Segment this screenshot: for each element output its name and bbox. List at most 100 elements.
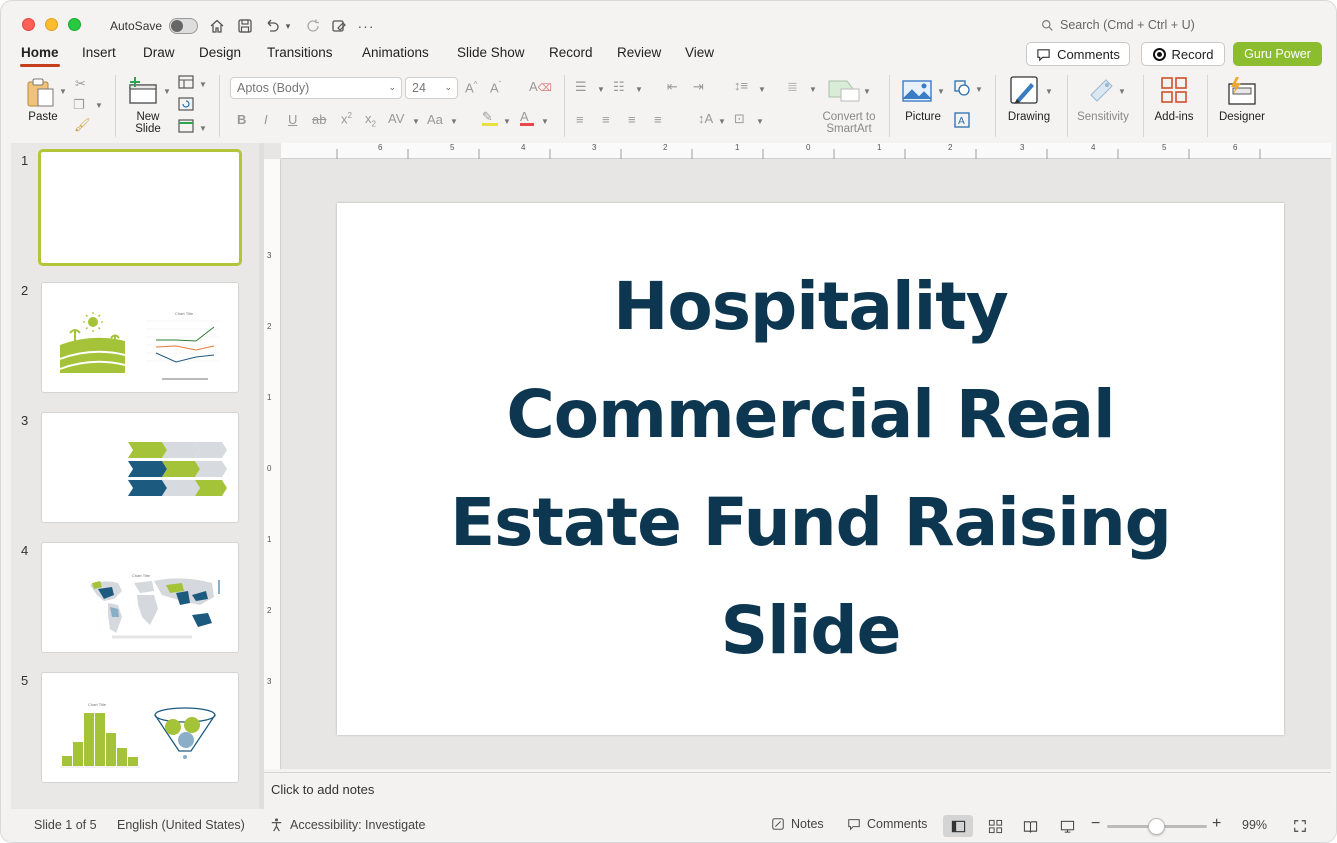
notes-button[interactable]: Notes [771, 817, 824, 831]
subscript-icon[interactable]: x2 [365, 111, 376, 129]
normal-view-button[interactable] [943, 815, 973, 837]
cut-icon[interactable]: ✂ [75, 76, 86, 92]
sensitivity-chevron-down-icon[interactable]: ▼ [1118, 87, 1126, 96]
copy-chevron-down-icon[interactable]: ▼ [95, 101, 103, 110]
paste-chevron-down-icon[interactable]: ▼ [59, 87, 67, 96]
smartart-icon[interactable] [827, 77, 861, 103]
slide-thumbnail-4[interactable]: Chart Title [41, 542, 239, 653]
change-case-icon[interactable]: Aa [427, 112, 443, 127]
fit-to-window-button[interactable] [1290, 815, 1310, 837]
tab-insert[interactable]: Insert [82, 45, 116, 60]
bullets-chevron-down-icon[interactable]: ▼ [597, 85, 605, 94]
justify-icon[interactable]: ≡ [654, 112, 662, 127]
text-direction-icon[interactable]: ↕A [698, 111, 713, 126]
autosave-toggle[interactable] [169, 18, 198, 34]
tab-view[interactable]: View [685, 45, 714, 60]
slideshow-view-button[interactable] [1053, 815, 1081, 837]
vertical-ruler[interactable]: 3 2 1 0 1 2 3 [264, 159, 281, 769]
font-color-chevron-down-icon[interactable]: ▼ [541, 117, 549, 126]
zoom-window-button[interactable] [68, 18, 81, 31]
tab-design[interactable]: Design [199, 45, 241, 60]
align-text-chevron-down-icon[interactable]: ▼ [756, 117, 764, 126]
italic-icon[interactable]: I [264, 112, 268, 127]
tab-home[interactable]: Home [20, 45, 60, 67]
redo-icon[interactable] [303, 16, 323, 36]
undo-dropdown-chevron-down-icon[interactable]: ▾ [282, 16, 294, 36]
font-color-icon[interactable]: A [520, 109, 534, 126]
tab-animations[interactable]: Animations [362, 45, 429, 60]
customize-icon[interactable] [329, 16, 349, 36]
character-spacing-icon[interactable]: AV [388, 111, 404, 126]
bold-icon[interactable]: B [237, 112, 246, 127]
picture-chevron-down-icon[interactable]: ▼ [937, 87, 945, 96]
more-icon[interactable]: ··· [356, 16, 376, 36]
increase-indent-icon[interactable]: ⇥ [693, 79, 704, 95]
drawing-icon[interactable] [1009, 75, 1041, 107]
designer-icon[interactable] [1226, 75, 1258, 107]
align-center-icon[interactable]: ≡ [602, 112, 610, 127]
increase-font-size-icon[interactable]: A^ [465, 80, 477, 95]
layout-chevron-down-icon[interactable]: ▼ [199, 80, 207, 89]
sensitivity-icon[interactable] [1086, 75, 1116, 105]
new-slide-chevron-down-icon[interactable]: ▼ [163, 87, 171, 96]
language[interactable]: English (United States) [117, 818, 245, 832]
align-text-icon[interactable]: ⊡ [734, 111, 745, 127]
undo-icon[interactable] [262, 16, 282, 36]
decrease-indent-icon[interactable]: ⇤ [667, 79, 678, 95]
current-slide[interactable]: Hospitality Commercial Real Estate Fund … [337, 203, 1284, 735]
record-button[interactable]: Record [1141, 42, 1225, 66]
picture-icon[interactable] [901, 77, 933, 105]
add-ins-icon[interactable] [1159, 75, 1189, 105]
search-box[interactable]: Search (Cmd + Ctrl + U) [1041, 18, 1195, 32]
zoom-slider-handle[interactable] [1148, 818, 1165, 835]
slide-thumbnail-panel[interactable]: 1 2 Chart Title 3 4 Chart Title 5 Chart … [11, 143, 259, 809]
text-box-icon[interactable]: A [953, 111, 971, 129]
format-painter-icon[interactable]: 🖌 [74, 117, 91, 133]
shapes-chevron-down-icon[interactable]: ▼ [975, 85, 983, 94]
text-direction-chevron-down-icon[interactable]: ▼ [718, 117, 726, 126]
shapes-icon[interactable] [953, 79, 971, 97]
new-slide-icon[interactable] [127, 75, 159, 107]
align-right-icon[interactable]: ≡ [628, 112, 636, 127]
slide-thumbnail-1[interactable] [38, 149, 242, 266]
notes-pane[interactable]: Click to add notes [264, 772, 1331, 809]
zoom-in-icon[interactable]: + [1212, 815, 1221, 833]
line-spacing-icon[interactable]: ↕≡ [734, 78, 748, 93]
align-left-icon[interactable]: ≡ [576, 112, 584, 127]
tab-transitions[interactable]: Transitions [267, 45, 333, 60]
numbering-icon[interactable]: ☷ [613, 79, 625, 95]
reading-view-button[interactable] [1016, 815, 1044, 837]
slide-sorter-button[interactable] [981, 815, 1009, 837]
drawing-chevron-down-icon[interactable]: ▼ [1045, 87, 1053, 96]
section-icon[interactable] [178, 119, 194, 133]
columns-icon[interactable]: ≣ [787, 79, 798, 95]
font-size-combo[interactable]: 24 ⌄ [405, 77, 458, 99]
paste-icon[interactable] [25, 77, 57, 109]
slide-thumbnail-3[interactable] [41, 412, 239, 523]
smartart-chevron-down-icon[interactable]: ▼ [863, 87, 871, 96]
slide-thumbnail-5[interactable]: Chart Title [41, 672, 239, 783]
close-window-button[interactable] [22, 18, 35, 31]
tab-review[interactable]: Review [617, 45, 661, 60]
horizontal-ruler[interactable]: 6 5 4 3 2 1 0 1 2 3 4 5 6 [281, 143, 1331, 159]
numbering-chevron-down-icon[interactable]: ▼ [635, 85, 643, 94]
slide-thumbnail-2[interactable]: Chart Title [41, 282, 239, 393]
layout-icon[interactable] [178, 75, 194, 89]
accessibility-status[interactable]: Accessibility: Investigate [269, 817, 425, 832]
tab-draw[interactable]: Draw [143, 45, 175, 60]
copy-icon[interactable]: ❐ [73, 97, 85, 113]
comments-button[interactable]: Comments [1026, 42, 1130, 66]
highlight-chevron-down-icon[interactable]: ▼ [503, 117, 511, 126]
highlight-icon[interactable]: ✎ [482, 109, 498, 126]
tab-slide-show[interactable]: Slide Show [457, 45, 525, 60]
font-name-combo[interactable]: Aptos (Body) ⌄ [230, 77, 402, 99]
superscript-icon[interactable]: x2 [341, 111, 352, 126]
bullets-icon[interactable]: ☰ [575, 79, 587, 95]
section-chevron-down-icon[interactable]: ▼ [199, 124, 207, 133]
guru-power-button[interactable]: Guru Power [1233, 42, 1322, 66]
columns-chevron-down-icon[interactable]: ▼ [809, 85, 817, 94]
decrease-font-size-icon[interactable]: Aˇ [490, 80, 501, 95]
save-icon[interactable] [235, 16, 255, 36]
clear-formatting-icon[interactable]: A⌫ [529, 79, 552, 94]
home-icon[interactable] [207, 16, 227, 36]
